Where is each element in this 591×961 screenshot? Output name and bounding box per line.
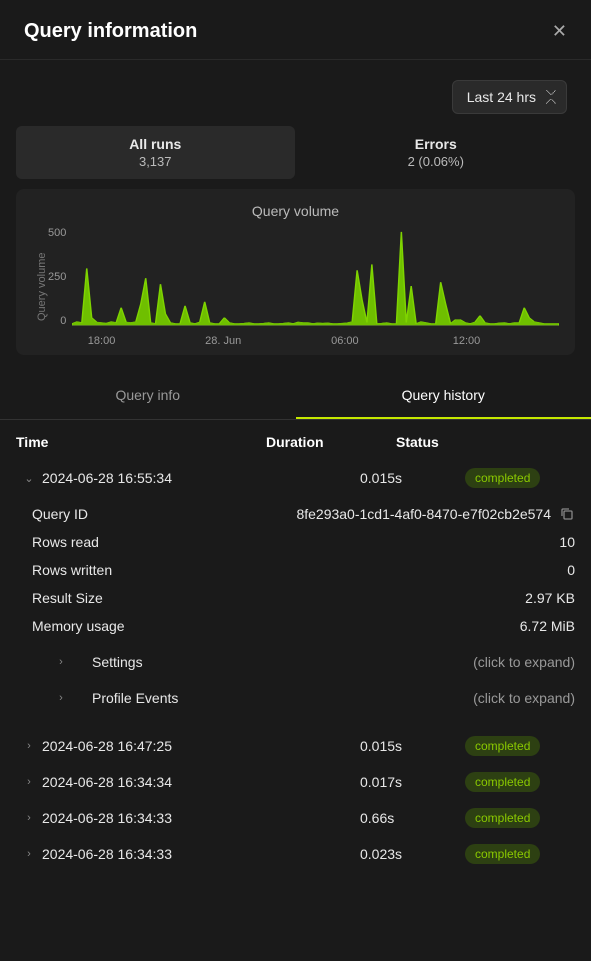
status-badge: completed — [465, 844, 540, 864]
row-time: 2024-06-28 16:34:33 — [42, 846, 360, 862]
table-row[interactable]: ›2024-06-28 16:47:250.015scompleted — [0, 728, 591, 764]
stat-tab-errors[interactable]: Errors 2 (0.06%) — [297, 126, 576, 179]
expand-row-profile-events[interactable]: › Profile Events (click to expand) — [0, 680, 591, 716]
expand-hint: (click to expand) — [473, 654, 575, 670]
stat-value: 3,137 — [26, 154, 285, 169]
expand-hint: (click to expand) — [473, 690, 575, 706]
chart-ylabel: Query volume — [32, 227, 48, 347]
row-time: 2024-06-28 16:55:34 — [42, 470, 360, 486]
row-duration: 0.015s — [360, 738, 465, 754]
detail-label-rows-read: Rows read — [32, 534, 99, 550]
chart-x-tick: 12:00 — [453, 335, 481, 347]
chevron-right-icon: › — [48, 692, 74, 704]
row-time: 2024-06-28 16:34:34 — [42, 774, 360, 790]
chart-y-ticks: 500 250 0 — [48, 227, 72, 347]
row-duration: 0.66s — [360, 810, 465, 826]
status-badge: completed — [465, 468, 540, 488]
row-duration: 0.017s — [360, 774, 465, 790]
detail-label-query-id: Query ID — [32, 506, 88, 522]
table-row[interactable]: ›2024-06-28 16:34:330.66scompleted — [0, 800, 591, 836]
chevron-right-icon[interactable]: › — [16, 848, 42, 860]
close-icon[interactable]: ✕ — [552, 21, 567, 42]
stat-label: All runs — [26, 136, 285, 152]
expand-row-settings[interactable]: › Settings (click to expand) — [0, 644, 591, 680]
chevron-right-icon: › — [48, 656, 74, 668]
table-row[interactable]: ⌄ 2024-06-28 16:55:34 0.015s completed — [0, 460, 591, 496]
stat-tab-all-runs[interactable]: All runs 3,137 — [16, 126, 295, 179]
stat-label: Errors — [307, 136, 566, 152]
chevron-down-icon[interactable]: ⌄ — [16, 472, 42, 485]
detail-value-memory-usage: 6.72 MiB — [520, 618, 575, 634]
chevron-right-icon[interactable]: › — [16, 812, 42, 824]
table-row[interactable]: ›2024-06-28 16:34:330.023scompleted — [0, 836, 591, 872]
detail-label-result-size: Result Size — [32, 590, 103, 606]
row-duration: 0.015s — [360, 470, 465, 486]
tab-query-info[interactable]: Query info — [0, 373, 296, 419]
column-header-status: Status — [396, 434, 575, 450]
chevron-right-icon[interactable]: › — [16, 740, 42, 752]
detail-value-rows-written: 0 — [567, 562, 575, 578]
detail-value-query-id: 8fe293a0-1cd1-4af0-8470-e7f02cb2e574 — [296, 506, 551, 522]
table-row[interactable]: ›2024-06-28 16:34:340.017scompleted — [0, 764, 591, 800]
detail-value-result-size: 2.97 KB — [525, 590, 575, 606]
status-badge: completed — [465, 772, 540, 792]
row-time: 2024-06-28 16:34:33 — [42, 810, 360, 826]
tab-query-history[interactable]: Query history — [296, 373, 591, 419]
query-volume-chart: Query volume Query volume 500 250 0 18:0… — [16, 189, 575, 355]
chart-x-tick: 06:00 — [331, 335, 359, 347]
row-duration: 0.023s — [360, 846, 465, 862]
column-header-time: Time — [16, 434, 266, 450]
timerange-dropdown[interactable]: Last 24 hrs — [452, 80, 567, 114]
chart-x-tick: 28. Jun — [205, 335, 241, 347]
chevron-right-icon[interactable]: › — [16, 776, 42, 788]
detail-value-rows-read: 10 — [559, 534, 575, 550]
copy-icon[interactable] — [559, 506, 575, 522]
page-title: Query information — [24, 20, 197, 43]
status-badge: completed — [465, 808, 540, 828]
status-badge: completed — [465, 736, 540, 756]
detail-label-memory-usage: Memory usage — [32, 618, 125, 634]
expand-label-settings: Settings — [92, 654, 143, 670]
stat-value: 2 (0.06%) — [307, 154, 566, 169]
detail-label-rows-written: Rows written — [32, 562, 112, 578]
column-header-duration: Duration — [266, 434, 396, 450]
expand-label-profile-events: Profile Events — [92, 690, 178, 706]
chart-x-ticks: 18:00 28. Jun 06:00 12:00 — [72, 329, 559, 347]
chart-title: Query volume — [32, 203, 559, 219]
row-time: 2024-06-28 16:47:25 — [42, 738, 360, 754]
chart-x-tick: 18:00 — [88, 335, 116, 347]
